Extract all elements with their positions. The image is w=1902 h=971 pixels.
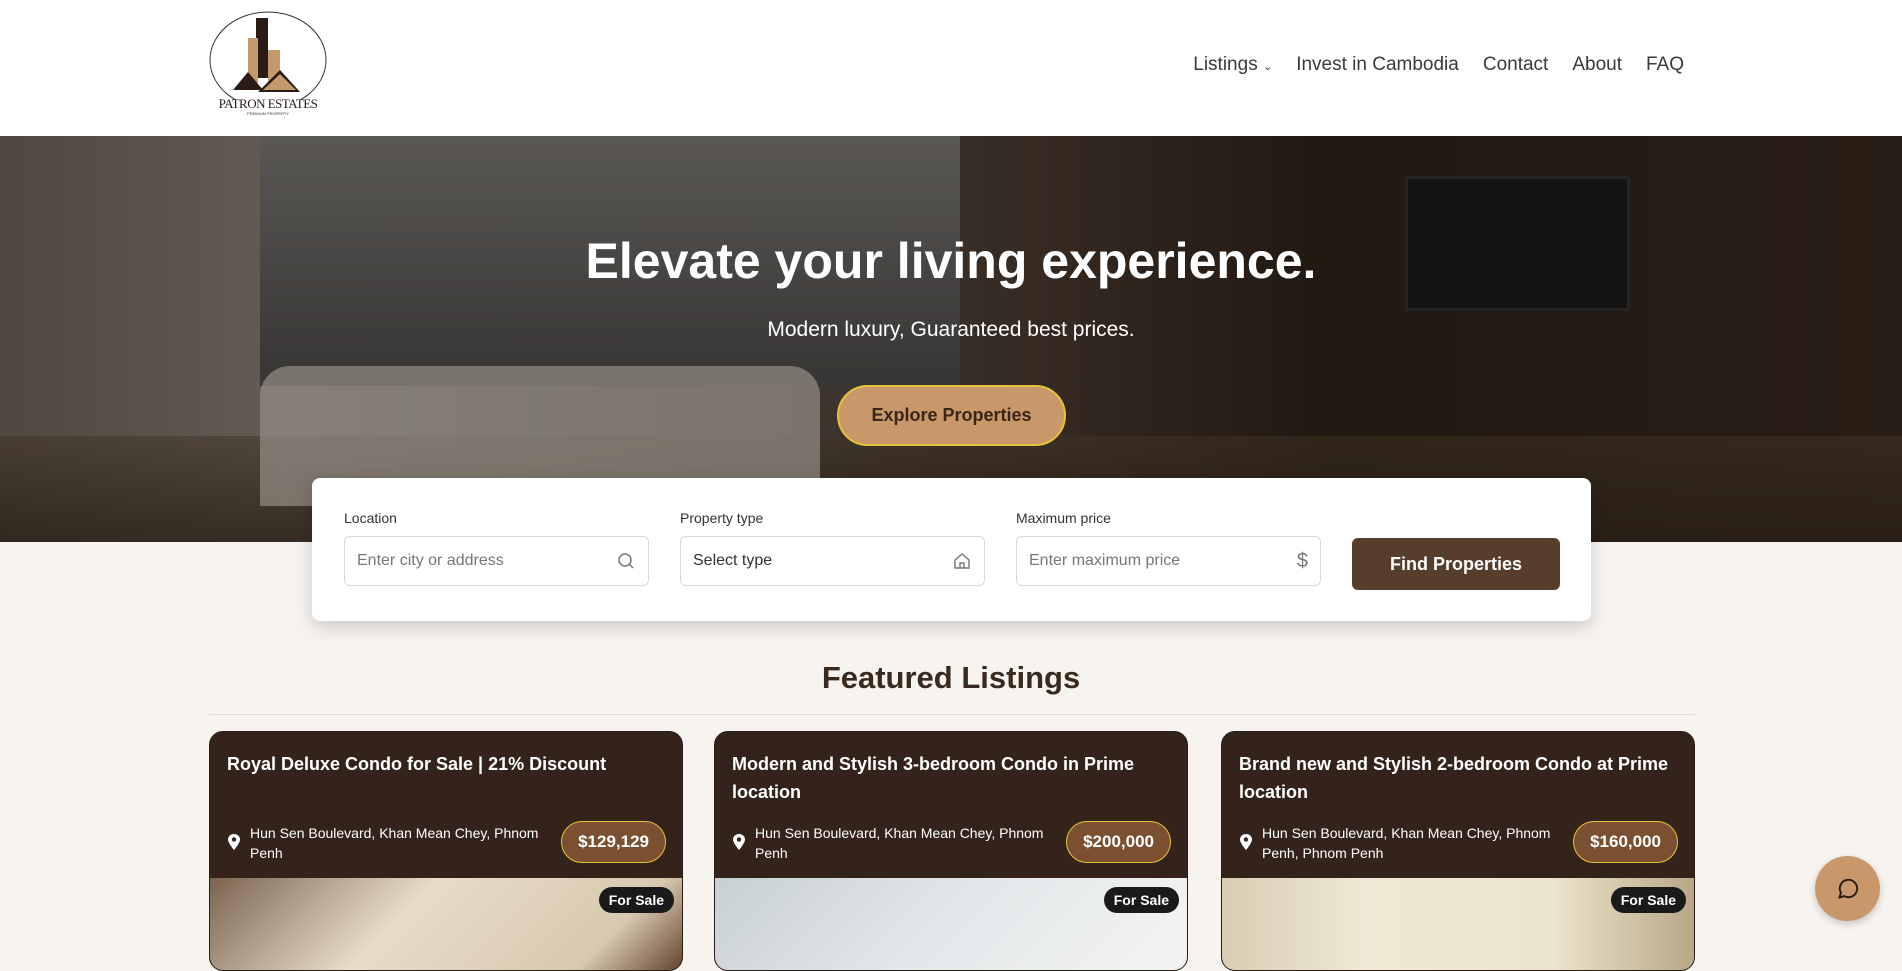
max-price-placeholder: Enter maximum price — [1029, 552, 1181, 569]
listing-location-text: Hun Sen Boulevard, Khan Mean Chey, Phnom… — [1262, 825, 1551, 861]
chevron-down-icon: ⌄ — [1262, 61, 1273, 73]
property-type-field: Property type Select type — [680, 510, 985, 586]
nav-label: Listings — [1193, 54, 1258, 75]
logo-building-icon — [209, 11, 327, 109]
main-nav: Listings ⌄ Invest in Cambodia Contact Ab… — [1193, 54, 1684, 76]
nav-contact[interactable]: Contact — [1483, 54, 1548, 76]
property-type-select[interactable]: Select type — [680, 536, 985, 586]
listing-card[interactable]: Brand new and Stylish 2-bedroom Condo at… — [1221, 731, 1695, 971]
status-badge: For Sale — [1610, 887, 1686, 913]
nav-about[interactable]: About — [1572, 54, 1622, 76]
chat-button[interactable] — [1815, 856, 1880, 921]
status-badge: For Sale — [598, 887, 674, 913]
map-pin-icon — [1240, 834, 1252, 850]
listing-price: $160,000 — [1573, 821, 1678, 863]
property-type-value: Select type — [693, 552, 773, 569]
listing-location-text: Hun Sen Boulevard, Khan Mean Chey, Phnom… — [250, 825, 539, 861]
listing-location-text: Hun Sen Boulevard, Khan Mean Chey, Phnom… — [755, 825, 1044, 861]
hero-title: Elevate your living experience. — [585, 233, 1317, 289]
chat-bubble-icon — [1837, 878, 1858, 899]
location-input[interactable]: Enter city or address — [344, 536, 649, 586]
hero-subtitle: Modern luxury, Guaranteed best prices. — [767, 318, 1135, 341]
status-badge: For Sale — [1103, 887, 1179, 913]
divider — [209, 714, 1695, 715]
listing-title[interactable]: Brand new and Stylish 2-bedroom Condo at… — [1239, 750, 1674, 806]
nav-listings[interactable]: Listings ⌄ — [1193, 54, 1272, 76]
dollar-icon: $ — [1296, 549, 1308, 572]
property-type-label: Property type — [680, 510, 764, 526]
nav-faq[interactable]: FAQ — [1646, 54, 1684, 76]
listing-location: Hun Sen Boulevard, Khan Mean Chey, Phnom… — [732, 823, 1072, 863]
max-price-field: Maximum price Enter maximum price $ — [1016, 510, 1321, 586]
listing-price: $200,000 — [1066, 821, 1171, 863]
listing-card[interactable]: Royal Deluxe Condo for Sale | 21% Discou… — [209, 731, 683, 971]
map-pin-icon — [228, 834, 240, 850]
search-icon — [618, 553, 634, 569]
listing-title[interactable]: Modern and Stylish 3-bedroom Condo in Pr… — [732, 750, 1167, 806]
listing-location: Hun Sen Boulevard, Khan Mean Chey, Phnom… — [227, 823, 567, 863]
nav-invest[interactable]: Invest in Cambodia — [1296, 54, 1459, 76]
brand-name: PATRON ESTATES — [218, 96, 318, 111]
listing-price: $129,129 — [561, 821, 666, 863]
logo[interactable]: PATRON ESTATES PREMIUM PROPERTY — [208, 10, 328, 120]
listing-card[interactable]: Modern and Stylish 3-bedroom Condo in Pr… — [714, 731, 1188, 971]
search-panel: Location Enter city or address Property … — [312, 478, 1591, 621]
listing-location: Hun Sen Boulevard, Khan Mean Chey, Phnom… — [1239, 823, 1579, 863]
home-icon — [954, 553, 970, 569]
listing-title[interactable]: Royal Deluxe Condo for Sale | 21% Discou… — [227, 750, 662, 778]
location-field: Location Enter city or address — [344, 510, 649, 586]
featured-title: Featured Listings — [821, 660, 1081, 695]
explore-properties-button[interactable]: Explore Properties — [837, 385, 1066, 446]
location-placeholder: Enter city or address — [357, 552, 504, 569]
location-label: Location — [344, 510, 397, 526]
max-price-label: Maximum price — [1016, 510, 1111, 526]
max-price-input[interactable]: Enter maximum price $ — [1016, 536, 1321, 586]
site-header: PATRON ESTATES PREMIUM PROPERTY Listings… — [0, 0, 1902, 136]
brand-tagline: PREMIUM PROPERTY — [247, 111, 289, 116]
map-pin-icon — [733, 834, 745, 850]
find-properties-button[interactable]: Find Properties — [1352, 538, 1560, 590]
